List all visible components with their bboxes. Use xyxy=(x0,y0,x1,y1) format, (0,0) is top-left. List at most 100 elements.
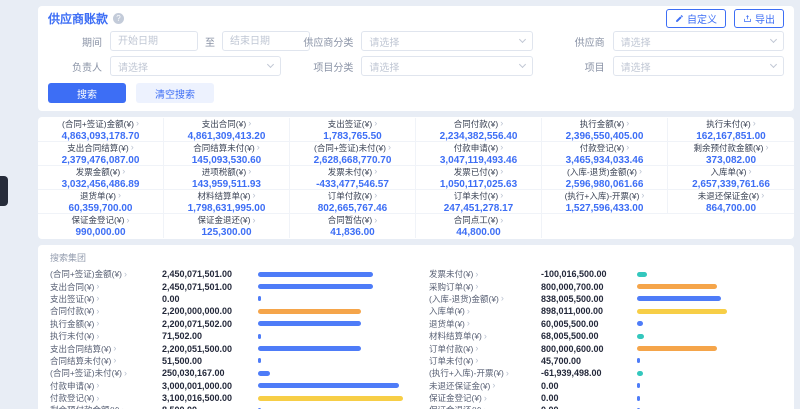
filter-select[interactable]: 请选择 xyxy=(613,31,784,51)
stat-card[interactable]: 合同点工(¥)›44,800.00 xyxy=(416,214,542,238)
stat-label: (合同+签证)未付(¥) xyxy=(314,142,386,154)
chart-metric-label: (入库-退货)金额(¥) xyxy=(429,293,499,305)
chart-metric[interactable]: (执行+入库)-开票(¥)› xyxy=(429,367,541,379)
stat-label: 付款登记(¥) xyxy=(580,142,624,154)
bar-track xyxy=(258,334,403,339)
stat-label: 合同点工(¥) xyxy=(454,214,498,226)
filter-select[interactable]: 请选择 xyxy=(613,56,784,76)
stat-card[interactable]: 保证金登记(¥)›990,000.00 xyxy=(38,214,164,238)
stat-card[interactable]: 未退还保证金(¥)›864,700.00 xyxy=(668,190,794,214)
bar xyxy=(258,334,261,339)
select-placeholder: 请选择 xyxy=(118,59,148,74)
chart-metric[interactable]: 支出签证(¥)› xyxy=(50,293,162,305)
customize-button[interactable]: 自定义 xyxy=(666,9,726,28)
chart-metric[interactable]: (合同+签证)金额(¥)› xyxy=(50,268,162,280)
stat-card[interactable]: 合同暂估(¥)›41,836.00 xyxy=(290,214,416,238)
filter-select[interactable]: 请选择 xyxy=(361,31,532,51)
stat-card[interactable]: (合同+签证)未付(¥)›2,628,668,770.70 xyxy=(290,142,416,166)
bar xyxy=(637,309,727,314)
chart-metric[interactable]: (入库-退货)金额(¥)› xyxy=(429,293,541,305)
stat-card[interactable]: 订单未付(¥)›247,451,278.17 xyxy=(416,190,542,214)
stat-card[interactable]: 执行未付(¥)›162,167,851.00 xyxy=(668,118,794,142)
export-button[interactable]: 导出 xyxy=(734,9,784,28)
bar-track xyxy=(637,321,782,326)
chart-metric[interactable]: 支出合同结算(¥)› xyxy=(50,343,162,355)
chart-metric[interactable]: 保证金登记(¥)› xyxy=(429,392,541,404)
chevron-right-icon: › xyxy=(500,191,503,200)
chart-row: 执行未付(¥)›71,502.00 xyxy=(50,330,403,342)
stat-card[interactable]: 发票未付(¥)›-433,477,546.57 xyxy=(290,166,416,190)
clear-search-button[interactable]: 清空搜索 xyxy=(136,83,214,103)
chart-metric-label: 材料结算单(¥) xyxy=(429,330,482,342)
stat-label: 订单付款(¥) xyxy=(328,190,372,202)
bar xyxy=(258,371,270,376)
chart-metric[interactable]: 发票未付(¥)› xyxy=(429,268,541,280)
help-icon[interactable]: ? xyxy=(113,13,124,24)
filter-select[interactable]: 请选择 xyxy=(110,56,281,76)
filter-row: 期间至供应商分类请选择供应商请选择 xyxy=(48,31,784,51)
stat-card[interactable]: 发票金额(¥)›3,032,456,486.89 xyxy=(38,166,164,190)
stat-card[interactable]: 入库单(¥)›2,657,339,761.66 xyxy=(668,166,794,190)
chart-row: 保证金登记(¥)›0.00 xyxy=(429,392,782,404)
chart-row: (合同+签证)金额(¥)›2,450,071,501.00 xyxy=(50,268,403,280)
chart-metric[interactable]: 剩余预付款金额(¥)› xyxy=(50,404,162,409)
chevron-right-icon: › xyxy=(475,270,478,279)
stat-card[interactable]: 支出签证(¥)›1,783,765.50 xyxy=(290,118,416,142)
chart-row: 支出合同结算(¥)›2,200,051,500.00 xyxy=(50,342,403,354)
chart-metric[interactable]: (合同+签证)未付(¥)› xyxy=(50,367,162,379)
chevron-right-icon: › xyxy=(484,332,487,341)
stat-card[interactable]: 合同结算未付(¥)›145,093,530.60 xyxy=(164,142,290,166)
stat-card[interactable]: 付款申请(¥)›3,047,119,493.46 xyxy=(416,142,542,166)
drawer-handle[interactable] xyxy=(0,176,8,206)
chart-metric[interactable]: 付款申请(¥)› xyxy=(50,380,162,392)
stat-label: 支出合同结算(¥) xyxy=(67,142,128,154)
chart-metric[interactable]: 合同付款(¥)› xyxy=(50,305,162,317)
stat-card[interactable]: (执行+入库)-开票(¥)›1,527,596,433.00 xyxy=(542,190,668,214)
stat-card[interactable]: 进项税额(¥)›143,959,511.93 xyxy=(164,166,290,190)
filter-select[interactable]: 请选择 xyxy=(361,56,532,76)
stat-label: 合同付款(¥) xyxy=(454,118,498,130)
end-date-input[interactable] xyxy=(222,31,310,51)
stat-card[interactable]: 材料结算单(¥)›1,798,631,995.00 xyxy=(164,190,290,214)
chart-metric[interactable]: 订单付款(¥)› xyxy=(429,343,541,355)
bar xyxy=(637,321,643,326)
bar xyxy=(637,284,717,289)
search-button[interactable]: 搜索 xyxy=(48,83,126,103)
chevron-right-icon: › xyxy=(96,332,99,341)
chart-metric[interactable]: 执行未付(¥)› xyxy=(50,330,162,342)
stat-label-row: 合同付款(¥)› xyxy=(454,118,503,130)
chart-row: (入库-退货)金额(¥)›838,005,500.00 xyxy=(429,293,782,305)
chart-metric[interactable]: 合同结算未付(¥)› xyxy=(50,355,162,367)
stat-card[interactable]: 支出合同结算(¥)›2,379,476,087.00 xyxy=(38,142,164,166)
chevron-right-icon: › xyxy=(484,394,487,403)
bar xyxy=(258,383,399,388)
stat-label-row: 执行未付(¥)› xyxy=(706,118,755,130)
chart-metric[interactable]: 材料结算单(¥)› xyxy=(429,330,541,342)
chevron-right-icon: › xyxy=(506,369,509,378)
chart-metric[interactable]: 保证金退还(¥)› xyxy=(429,404,541,409)
stat-card[interactable]: 退货单(¥)›60,359,700.00 xyxy=(38,190,164,214)
chart-metric[interactable]: 执行金额(¥)› xyxy=(50,318,162,330)
chart-metric[interactable]: 支出合同(¥)› xyxy=(50,281,162,293)
chart-metric[interactable]: 退货单(¥)› xyxy=(429,318,541,330)
filter-row: 负责人请选择项目分类请选择项目请选择 xyxy=(48,56,784,76)
chevron-right-icon: › xyxy=(248,119,251,128)
stat-card[interactable]: 付款登记(¥)›3,465,934,033.46 xyxy=(542,142,668,166)
chart-metric[interactable]: 付款登记(¥)› xyxy=(50,392,162,404)
stat-card[interactable]: 订单付款(¥)›802,665,767.46 xyxy=(290,190,416,214)
stat-card[interactable]: 发票已付(¥)›1,050,117,025.63 xyxy=(416,166,542,190)
stat-card[interactable]: 执行金额(¥)›2,396,550,405.00 xyxy=(542,118,668,142)
stat-card[interactable]: 剩余预付款金额(¥)›373,082.00 xyxy=(668,142,794,166)
chart-metric[interactable]: 入库单(¥)› xyxy=(429,305,541,317)
stat-card[interactable]: 合同付款(¥)›2,234,382,556.40 xyxy=(416,118,542,142)
stat-card[interactable]: (合同+签证)金额(¥)›4,863,093,178.70 xyxy=(38,118,164,142)
stat-card[interactable]: 保证金退还(¥)›125,300.00 xyxy=(164,214,290,238)
chart-metric[interactable]: 未退还保证金(¥)› xyxy=(429,380,541,392)
stat-value: 990,000.00 xyxy=(75,227,125,238)
chart-metric[interactable]: 采购订单(¥)› xyxy=(429,281,541,293)
start-date-input[interactable] xyxy=(110,31,198,51)
chart-metric[interactable]: 订单未付(¥)› xyxy=(429,355,541,367)
stat-card[interactable]: (入库-退货)金额(¥)›2,596,980,061.66 xyxy=(542,166,668,190)
chart-metric-value: 2,200,000,000.00 xyxy=(162,306,258,316)
stat-card[interactable]: 支出合同(¥)›4,861,309,413.20 xyxy=(164,118,290,142)
